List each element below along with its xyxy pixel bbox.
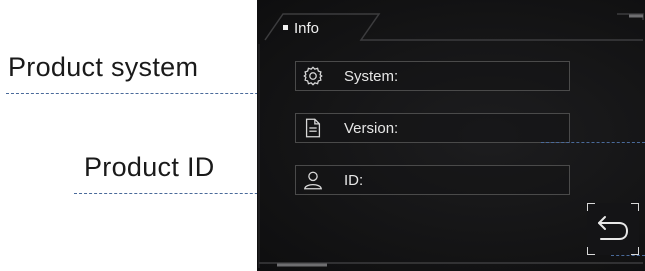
back-button[interactable] xyxy=(587,203,639,255)
leader-line-back xyxy=(611,255,645,256)
leader-line-product-system xyxy=(6,93,298,94)
user-icon xyxy=(303,171,323,190)
corner-mark xyxy=(631,203,639,211)
gear-icon xyxy=(303,66,323,86)
version-field: Version: xyxy=(295,113,570,143)
callout-product-system: Product system xyxy=(8,52,199,82)
leader-line-version xyxy=(541,142,645,143)
corner-mark xyxy=(587,203,595,211)
version-field-label: Version: xyxy=(344,120,399,137)
tab-info[interactable]: Info xyxy=(283,20,319,37)
device-screen: Info System: Version: ID: xyxy=(257,0,645,271)
tab-bullet xyxy=(283,24,288,30)
system-field: System: xyxy=(295,61,570,91)
document-icon xyxy=(305,118,321,138)
system-field-label: System: xyxy=(344,68,399,85)
corner-mark xyxy=(587,247,595,255)
corner-mark xyxy=(631,247,639,255)
tab-info-label: Info xyxy=(294,20,320,37)
id-field-label: ID: xyxy=(344,172,364,189)
callout-product-id: Product ID xyxy=(84,152,215,182)
id-field: ID: xyxy=(295,165,570,195)
